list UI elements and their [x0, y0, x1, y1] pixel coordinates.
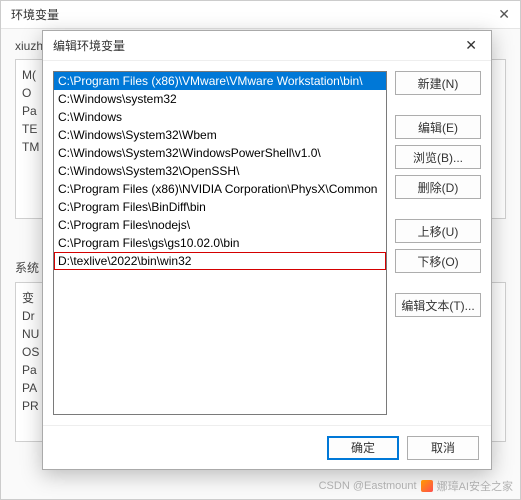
path-list-item[interactable]: D:\texlive\2022\bin\win32	[54, 252, 386, 270]
new-button[interactable]: 新建(N)	[395, 71, 481, 95]
path-list-item[interactable]: C:\Windows	[54, 108, 386, 126]
parent-title: 环境变量	[11, 6, 59, 23]
edittext-button[interactable]: 编辑文本(T)...	[395, 293, 481, 317]
watermark: CSDN @Eastmount 娜璋AI安全之家	[319, 478, 513, 494]
watermark-text: CSDN @Eastmount	[319, 480, 417, 492]
delete-button[interactable]: 删除(D)	[395, 175, 481, 199]
browse-button[interactable]: 浏览(B)...	[395, 145, 481, 169]
path-list-item[interactable]: C:\Program Files\nodejs\	[54, 216, 386, 234]
path-list-item[interactable]: C:\Program Files (x86)\VMware\VMware Wor…	[54, 72, 386, 90]
watermark-logo-icon	[421, 480, 433, 492]
moveup-button[interactable]: 上移(U)	[395, 219, 481, 243]
edit-env-dialog: 编辑环境变量 ✕ C:\Program Files (x86)\VMware\V…	[42, 30, 492, 470]
edit-footer: 确定 取消	[43, 425, 491, 469]
cancel-button[interactable]: 取消	[407, 436, 479, 460]
parent-titlebar: 环境变量 ✕	[1, 1, 520, 29]
movedown-button[interactable]: 下移(O)	[395, 249, 481, 273]
edit-button[interactable]: 编辑(E)	[395, 115, 481, 139]
close-icon[interactable]: ✕	[461, 37, 481, 54]
path-list-item[interactable]: C:\Windows\system32	[54, 90, 386, 108]
watermark-text: 娜璋AI安全之家	[437, 478, 513, 494]
path-list-item[interactable]: C:\Windows\System32\WindowsPowerShell\v1…	[54, 144, 386, 162]
path-list-item[interactable]: C:\Program Files (x86)\NVIDIA Corporatio…	[54, 180, 386, 198]
edit-title: 编辑环境变量	[53, 37, 125, 54]
ok-button[interactable]: 确定	[327, 436, 399, 460]
side-buttons: 新建(N) 编辑(E) 浏览(B)... 删除(D) 上移(U) 下移(O) 编…	[395, 71, 481, 415]
path-list-item[interactable]: C:\Program Files\BinDiff\bin	[54, 198, 386, 216]
path-list-item[interactable]: C:\Windows\System32\Wbem	[54, 126, 386, 144]
edit-titlebar: 编辑环境变量 ✕	[43, 31, 491, 61]
path-list[interactable]: C:\Program Files (x86)\VMware\VMware Wor…	[53, 71, 387, 415]
path-list-item[interactable]: C:\Program Files\gs\gs10.02.0\bin	[54, 234, 386, 252]
parent-close-icon[interactable]: ✕	[498, 6, 510, 23]
edit-body: C:\Program Files (x86)\VMware\VMware Wor…	[43, 61, 491, 425]
path-list-item[interactable]: C:\Windows\System32\OpenSSH\	[54, 162, 386, 180]
